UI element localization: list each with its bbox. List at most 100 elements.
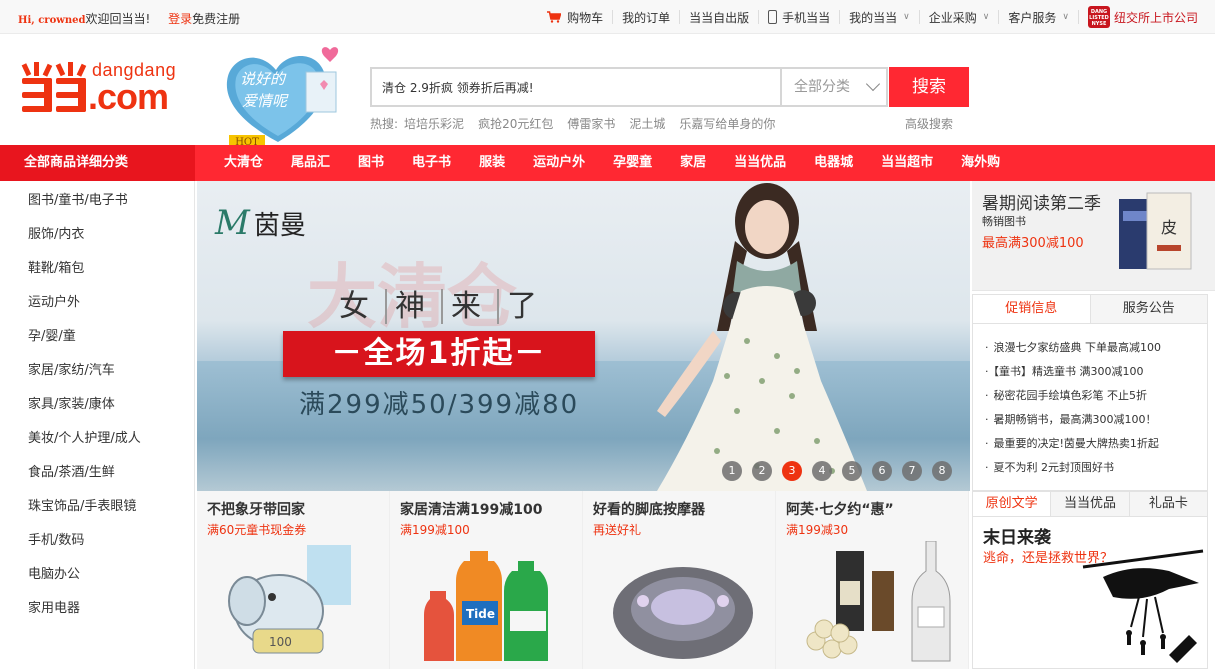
reading-title: 暑期阅读第二季 [982, 194, 1101, 214]
nav-item-books[interactable]: 图书 [344, 145, 398, 181]
advanced-search-link[interactable]: 高级搜索 [905, 115, 953, 132]
summer-reading-promo[interactable]: 暑期阅读第二季 畅销图书 最高满300减100 皮 [972, 181, 1215, 291]
carousel-dot[interactable]: 8 [932, 461, 952, 481]
notice-item[interactable]: 秘密花园手绘填色彩笔 不止5折 [973, 386, 1207, 410]
hot-search-word[interactable]: 泥土城 [629, 115, 665, 132]
tab-dangdang-premium[interactable]: 当当优品 [1050, 492, 1129, 516]
search-category-select[interactable]: 全部分类 [780, 67, 888, 107]
nav-item-premium[interactable]: 当当优品 [720, 145, 800, 181]
nav-item-home[interactable]: 家居 [666, 145, 720, 181]
tab-promotions[interactable]: 促销信息 [973, 295, 1090, 323]
promo-tile[interactable]: 家居清洁满199减100 满199减100 Tide [390, 491, 583, 669]
search-category-label: 全部分类 [794, 79, 850, 95]
right-column: 暑期阅读第二季 畅销图书 最高满300减100 皮 促销信息 服务公告 浪漫七夕… [972, 181, 1215, 669]
banner-offer: 满299减50/399减80 [299, 390, 580, 420]
carousel-dot[interactable]: 7 [902, 461, 922, 481]
dangdang-logo[interactable]: dangdang .com [20, 58, 200, 118]
tab-service-notice[interactable]: 服务公告 [1089, 295, 1207, 323]
hero-banner[interactable]: 大清仓 M 茵曼 女神来了 －全场1折起－ 满299减50/399减80 1 2 … [197, 181, 970, 491]
promo-tile[interactable]: 不把象牙带回家 满60元童书现金券 100 [197, 491, 390, 669]
notice-item[interactable]: 【童书】精选童书 满300减100 [973, 362, 1207, 386]
hot-search-word[interactable]: 培培乐彩泥 [404, 115, 464, 132]
nyse-listed-link[interactable]: DANG LISTED NYSE 纽交所上市公司 [1077, 6, 1207, 28]
banner-carousel-dots: 1 2 3 4 5 6 7 8 [722, 461, 962, 481]
svg-text:Tide: Tide [466, 607, 495, 621]
banner-brand-m: M [215, 203, 250, 243]
nav-item-outlet[interactable]: 尾品汇 [277, 145, 344, 181]
search-button[interactable]: 搜索 [889, 67, 969, 107]
promo-tile-title: 不把象牙带回家 [207, 502, 305, 518]
logo-domain: .com [88, 76, 169, 117]
carousel-dot-active[interactable]: 3 [782, 461, 802, 481]
search-bar: 全部分类 搜索 [370, 67, 970, 107]
banner-brand: M 茵曼 [215, 203, 306, 243]
featured-story[interactable]: 末日来袭 逃命，还是拯救世界？ [972, 517, 1208, 669]
my-orders-link[interactable]: 我的订单 [612, 10, 679, 25]
nav-item-clearance[interactable]: 大清仓 [210, 145, 277, 181]
login-link[interactable]: 登录 [168, 12, 192, 26]
carousel-dot[interactable]: 4 [812, 461, 832, 481]
all-categories-button[interactable]: 全部商品详细分类 [0, 145, 195, 181]
promo-tile-sub: 满60元童书现金券 [207, 523, 307, 537]
nav-item-ebooks[interactable]: 电子书 [398, 145, 465, 181]
banner-model-image [657, 183, 867, 491]
category-item[interactable]: 图书/童书/电子书 [0, 181, 194, 215]
category-item[interactable]: 孕/婴/童 [0, 317, 194, 351]
phone-icon [768, 10, 778, 24]
carousel-dot[interactable]: 6 [872, 461, 892, 481]
category-item[interactable]: 食品/茶酒/生鲜 [0, 453, 194, 487]
reading-promo: 最高满300减100 [982, 236, 1084, 251]
nav-item-baby[interactable]: 孕婴童 [599, 145, 666, 181]
hot-search-word[interactable]: 疯抢20元红包 [478, 115, 553, 132]
carousel-dot[interactable]: 1 [722, 461, 742, 481]
promo-tile[interactable]: 好看的脚底按摩器 再送好礼 [583, 491, 776, 669]
category-item[interactable]: 鞋靴/箱包 [0, 249, 194, 283]
promo-tile-sub: 满199减100 [400, 523, 470, 537]
enterprise-menu[interactable]: 企业采购 ∨ [918, 10, 999, 25]
promo-tile-title: 家居清洁满199减100 [400, 502, 543, 518]
promo-tile-sub: 再送好礼 [593, 523, 642, 537]
cosmetics-gift-image [806, 541, 951, 662]
carousel-dot[interactable]: 2 [752, 461, 772, 481]
notice-item[interactable]: 浪漫七夕家纺盛典 下单最高减100 [973, 338, 1207, 362]
tab-gift-card[interactable]: 礼品卡 [1128, 492, 1207, 516]
my-dangdang-menu[interactable]: 我的当当 ∨ [839, 10, 919, 25]
promo-tile[interactable]: 阿芙·七夕约“惠” 满199减30 [776, 491, 969, 669]
notice-item[interactable]: 夏不为利 2元封顶囤好书 [973, 458, 1207, 482]
nav-item-outdoor[interactable]: 运动户外 [519, 145, 599, 181]
main-nav-items: 大清仓 尾品汇 图书 电子书 服装 运动户外 孕婴童 家居 当当优品 电器城 当… [210, 145, 1014, 181]
nav-item-clothing[interactable]: 服装 [465, 145, 519, 181]
category-sidebar: 图书/童书/电子书 服饰/内衣 鞋靴/箱包 运动户外 孕/婴/童 家居/家纺/汽… [0, 181, 195, 669]
nav-item-electronics[interactable]: 电器城 [800, 145, 867, 181]
nav-item-supermarket[interactable]: 当当超市 [867, 145, 947, 181]
category-item[interactable]: 服饰/内衣 [0, 215, 194, 249]
search-input[interactable] [370, 67, 780, 107]
books-image: 皮 [1119, 192, 1192, 270]
category-item[interactable]: 珠宝饰品/手表眼镜 [0, 487, 194, 521]
self-publish-link[interactable]: 当当自出版 [679, 10, 758, 25]
register-link[interactable]: 免费注册 [192, 12, 240, 26]
notice-item[interactable]: 暑期畅销书，最高满300减100！ [973, 410, 1207, 434]
notice-item[interactable]: 最重要的决定!茵曼大牌热卖1折起 [973, 434, 1207, 458]
nav-item-overseas[interactable]: 海外购 [947, 145, 1014, 181]
hot-search-word[interactable]: 乐嘉写给单身的你 [679, 115, 775, 132]
story-title: 末日来袭 [983, 528, 1051, 548]
customer-service-menu[interactable]: 客户服务 ∨ [998, 10, 1078, 25]
hot-search-word[interactable]: 傅雷家书 [567, 115, 615, 132]
category-item[interactable]: 电脑办公 [0, 555, 194, 589]
tab-original-literature[interactable]: 原创文学 [973, 492, 1051, 516]
category-item[interactable]: 运动户外 [0, 283, 194, 317]
category-item[interactable]: 家具/家装/康体 [0, 385, 194, 419]
enterprise-label: 企业采购 [928, 10, 977, 25]
cart-link[interactable]: 购物车 [538, 10, 612, 25]
banner-tagline-char: 了 [497, 289, 553, 324]
carousel-dot[interactable]: 5 [842, 461, 862, 481]
category-item[interactable]: 美妆/个人护理/成人 [0, 419, 194, 453]
promo-tile-title: 阿芙·七夕约“惠” [786, 502, 894, 518]
category-item[interactable]: 家用电器 [0, 589, 194, 623]
elephant-book-image: 100 [228, 545, 351, 654]
category-item[interactable]: 手机/数码 [0, 521, 194, 555]
mobile-dangdang-link[interactable]: 手机当当 [758, 10, 839, 25]
banner-tagline-char: 来 [441, 289, 497, 324]
category-item[interactable]: 家居/家纺/汽车 [0, 351, 194, 385]
